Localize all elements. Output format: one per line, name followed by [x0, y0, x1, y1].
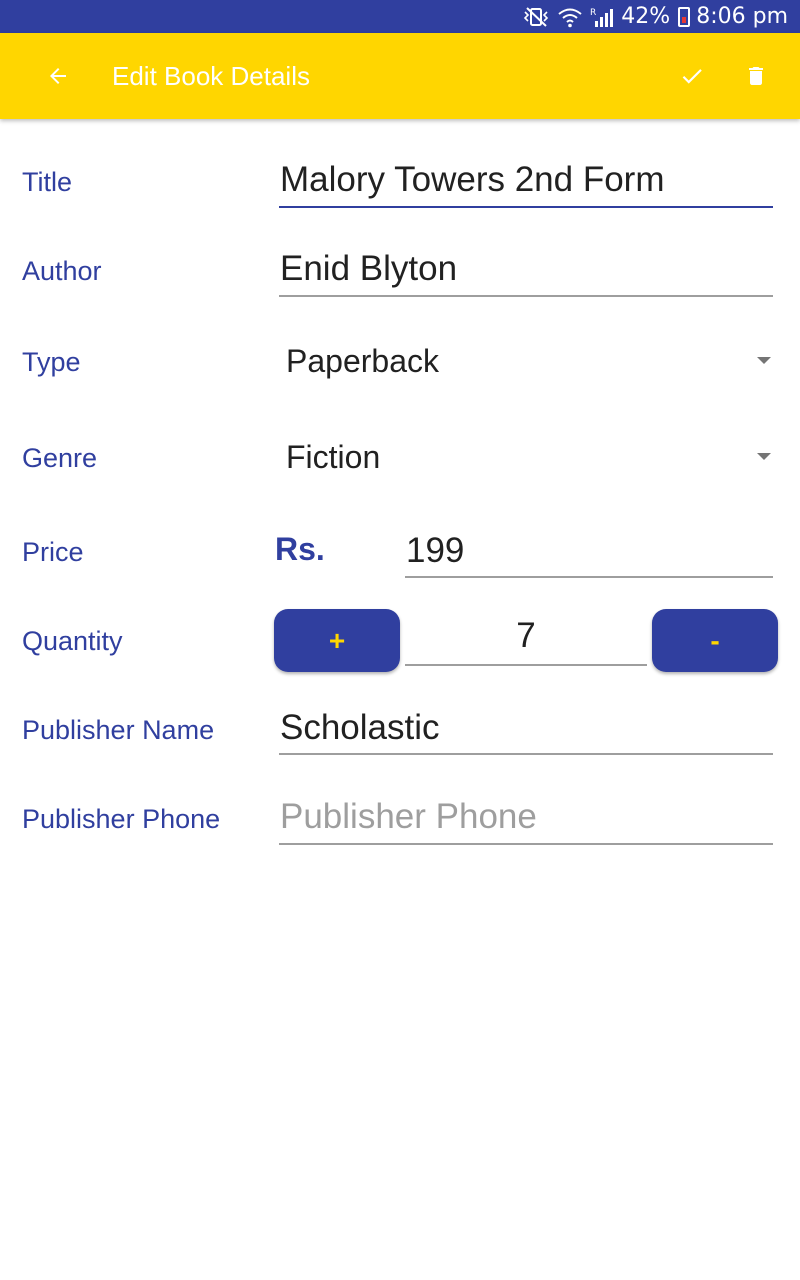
dropdown-caret-icon — [757, 357, 771, 364]
quantity-increment-button[interactable]: + — [274, 609, 400, 672]
genre-selected: Fiction — [286, 439, 381, 475]
quantity-label: Quantity — [22, 626, 123, 656]
title-underline — [279, 206, 773, 208]
price-underline — [405, 576, 773, 578]
publisher-name-underline — [279, 753, 773, 755]
publisher-phone-underline — [279, 843, 773, 845]
back-button[interactable] — [36, 54, 80, 98]
price-label: Price — [22, 537, 84, 567]
status-bar: R 42% 8:06 pm — [0, 0, 800, 33]
title-input[interactable]: Malory Towers 2nd Form — [280, 158, 773, 202]
save-button[interactable] — [670, 54, 714, 98]
battery-percent: 42% — [621, 4, 671, 29]
svg-text:R: R — [590, 8, 596, 18]
clock: 8:06 pm — [696, 4, 788, 29]
publisher-name-input[interactable]: Scholastic — [280, 706, 773, 750]
battery-icon — [678, 6, 691, 27]
genre-label: Genre — [22, 443, 98, 473]
delete-button[interactable] — [734, 54, 778, 98]
quantity-underline — [405, 664, 647, 666]
publisher-phone-label: Publisher Phone — [22, 804, 221, 834]
quantity-decrement-button[interactable]: - — [652, 609, 778, 672]
type-label: Type — [22, 347, 81, 377]
price-input[interactable]: 199 — [406, 529, 773, 573]
trash-icon — [749, 67, 763, 85]
vibrate-mute-icon — [524, 6, 549, 27]
publisher-phone-input[interactable]: Publisher Phone — [280, 795, 773, 839]
roaming-signal-icon: R — [590, 8, 614, 27]
dropdown-caret-icon — [757, 453, 771, 460]
author-input[interactable]: Enid Blyton — [280, 247, 773, 291]
currency-label: Rs. — [275, 531, 325, 567]
arrow-left-icon — [50, 68, 66, 84]
page-title: Edit Book Details — [112, 61, 310, 91]
title-label: Title — [22, 167, 73, 197]
author-underline — [279, 295, 773, 297]
quantity-input[interactable]: 7 — [405, 616, 647, 656]
publisher-name-label: Publisher Name — [22, 715, 215, 745]
wifi-icon — [558, 8, 582, 27]
type-selected: Paperback — [286, 343, 439, 379]
status-icons: R 42% 8:06 pm — [521, 0, 788, 33]
check-icon — [682, 69, 702, 84]
author-label: Author — [22, 256, 102, 286]
app-bar: Edit Book Details — [0, 33, 800, 119]
